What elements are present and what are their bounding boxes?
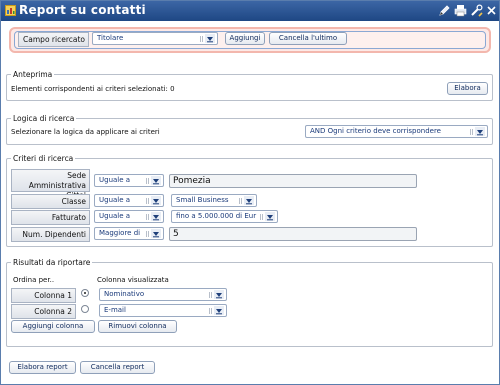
criterion-operator-revenue[interactable]: Uguale a: [94, 210, 164, 223]
chevron-down-icon: [151, 229, 161, 238]
column-1-select[interactable]: Nominativo: [99, 288, 227, 301]
class-value: Small Business: [176, 196, 229, 204]
run-report-button[interactable]: Elabora report: [9, 361, 76, 374]
logic-legend: Logica di ricerca: [11, 114, 77, 123]
criterion-value-city[interactable]: Pomezia: [169, 174, 417, 188]
edit-icon[interactable]: [438, 4, 451, 17]
chevron-down-icon: [244, 196, 254, 205]
column-1-label: Colonna 1: [11, 288, 76, 303]
column-2-value: E-mail: [104, 306, 126, 314]
chevron-down-icon: [151, 176, 161, 185]
logic-prompt: Selezionare la logica da applicare ai cr…: [11, 128, 160, 136]
grip-icon: [260, 214, 263, 220]
grip-icon: [209, 292, 212, 298]
grip-icon: [209, 308, 212, 314]
criterion-operator-employees[interactable]: Maggiore di: [94, 227, 164, 240]
results-legend: Risultati da riportare: [11, 258, 93, 267]
criterion-operator-class[interactable]: Uguale a: [94, 194, 164, 207]
grip-icon: [470, 129, 473, 135]
title-bar: Report su contatti: [1, 1, 499, 21]
column-1-order-radio[interactable]: [81, 289, 89, 297]
process-button[interactable]: Elabora: [447, 82, 488, 95]
revenue-value: fino a 5.000.000 di Eur: [176, 212, 257, 220]
criterion-label-class: Classe: [11, 194, 90, 209]
chevron-down-icon: [475, 127, 485, 136]
window-title: Report su contatti: [19, 3, 146, 17]
chevron-down-icon: [205, 34, 215, 43]
match-count-text: Elementi corrispondenti ai criteri selez…: [11, 85, 175, 93]
chevron-down-icon: [265, 212, 275, 221]
criterion-value-revenue[interactable]: fino a 5.000.000 di Eur: [171, 210, 278, 223]
grip-icon: [146, 198, 149, 204]
column-header: Colonna visualizzata: [97, 276, 169, 284]
order-by-header: Ordina per..: [13, 276, 55, 284]
report-window: Report su contatti Campo ricercato Titol…: [0, 0, 500, 385]
report-icon: [5, 5, 16, 16]
chevron-down-icon: [214, 306, 224, 315]
print-icon[interactable]: [454, 4, 467, 17]
cancel-report-button[interactable]: Cancella report: [80, 361, 155, 374]
grip-icon: [146, 178, 149, 184]
preview-legend: Anteprima: [11, 70, 55, 79]
remove-last-button[interactable]: Cancella l'ultimo: [269, 32, 347, 45]
column-2-select[interactable]: E-mail: [99, 304, 227, 317]
criterion-label-city: Sede Amministrativa Citta': [11, 169, 90, 200]
criterion-label-revenue: Fatturato: [11, 210, 90, 225]
close-icon[interactable]: [485, 4, 498, 17]
add-column-button[interactable]: Aggiungi colonna: [11, 320, 95, 333]
column-1-value: Nominativo: [104, 290, 145, 298]
column-2-order-radio[interactable]: [81, 305, 89, 313]
chevron-down-icon: [151, 196, 161, 205]
operator-value: Uguale a: [99, 176, 131, 184]
search-field-value: Titolare: [97, 34, 124, 42]
operator-value: Maggiore di: [99, 229, 141, 237]
tools-icon[interactable]: [470, 4, 483, 17]
grip-icon: [146, 214, 149, 220]
operator-value: Uguale a: [99, 196, 131, 204]
chevron-down-icon: [214, 290, 224, 299]
search-field-select[interactable]: Titolare: [92, 32, 218, 45]
column-2-label: Colonna 2: [11, 304, 76, 319]
search-field-label: Campo ricercato: [18, 32, 89, 47]
logic-value: AND Ogni criterio deve corrispondere: [310, 127, 441, 135]
criteria-legend: Criteri di ricerca: [11, 154, 76, 163]
logic-select[interactable]: AND Ogni criterio deve corrispondere: [305, 125, 488, 138]
results-section: Risultati da riportare: [6, 258, 493, 347]
grip-icon: [239, 198, 242, 204]
operator-value: Uguale a: [99, 212, 131, 220]
criterion-value-employees[interactable]: 5: [169, 227, 417, 241]
add-criterion-button[interactable]: Aggiungi: [225, 32, 265, 45]
criterion-label-employees: Num. Dipendenti: [11, 227, 90, 242]
grip-icon: [146, 231, 149, 237]
criterion-value-class[interactable]: Small Business: [171, 194, 257, 207]
grip-icon: [200, 36, 203, 42]
chevron-down-icon: [151, 212, 161, 221]
criterion-operator-city[interactable]: Uguale a: [94, 174, 164, 187]
remove-column-button[interactable]: Rimuovi colonna: [98, 320, 177, 333]
